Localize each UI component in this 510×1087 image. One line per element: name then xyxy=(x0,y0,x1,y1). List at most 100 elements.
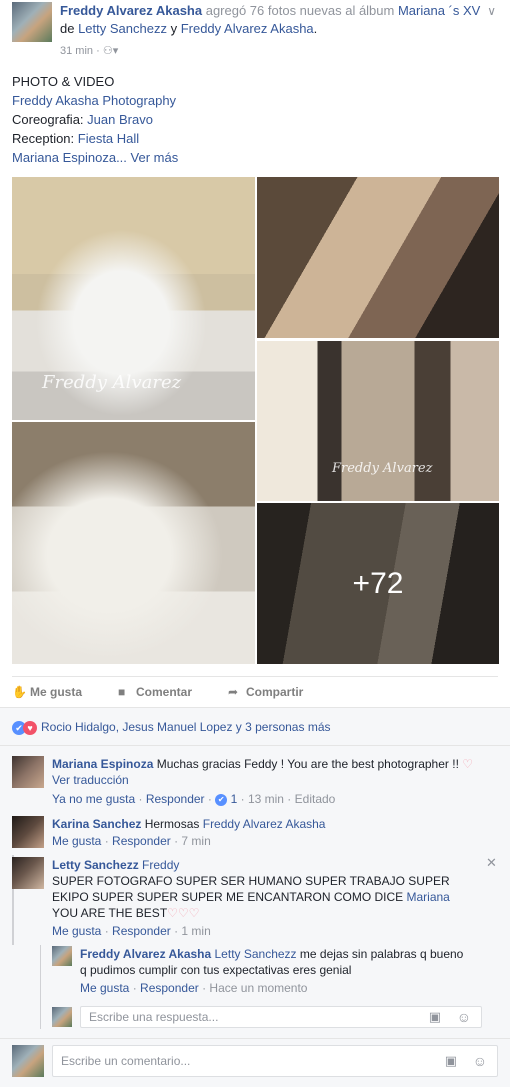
comment-mention[interactable]: Letty Sanchezz xyxy=(211,947,297,961)
reactions-summary[interactable]: ✔ ♥ Rocio Hidalgo, Jesus Manuel Lopez y 3 … xyxy=(12,720,331,735)
camera-icon[interactable]: ▣ xyxy=(445,1053,457,1069)
watermark: Freddy Alvarez xyxy=(332,461,433,476)
smiley-icon[interactable]: ☺ xyxy=(473,1053,487,1069)
comment-mention[interactable]: Freddy Alvarez Akasha xyxy=(203,817,326,831)
reply-link[interactable]: Responder xyxy=(140,981,199,995)
tagged-user-1[interactable]: Letty Sanchezz xyxy=(78,21,167,36)
avatar[interactable] xyxy=(52,946,72,966)
comment-1-meta: Ya no me gusta · Responder · ✔ 1 · 13 mi… xyxy=(52,792,336,806)
more-photos-count: +72 xyxy=(352,566,404,600)
reply-comment: Freddy Alvarez Akasha Letty Sanchezz me … xyxy=(80,946,490,978)
divider xyxy=(0,1038,510,1039)
post-headline: Freddy Alvarez Akasha agregó 76 fotos nu… xyxy=(60,2,490,38)
choreo-link[interactable]: Juan Bravo xyxy=(87,112,153,127)
author-name[interactable]: Freddy Alvarez Akasha xyxy=(60,3,202,18)
reception-link[interactable]: Fiesta Hall xyxy=(78,131,139,146)
comment-text-line: YOU ARE THE BEST xyxy=(52,906,168,920)
post-meta: 31 min · ⚇▾ xyxy=(60,44,118,57)
comment-1: Mariana Espinoza Muchas gracias Feddy ! … xyxy=(52,756,492,772)
reply-link[interactable]: Responder xyxy=(146,792,205,806)
comment-text-line: q pudimos cumplir con tus expectativas e… xyxy=(80,963,352,977)
heart-emoji-icon: ♡♡♡ xyxy=(167,906,200,920)
comment-author[interactable]: Karina Sanchez xyxy=(52,817,141,831)
see-more-link[interactable]: ... Ver más xyxy=(116,150,178,165)
choreo-label: Coreografia: xyxy=(12,112,88,127)
divider xyxy=(0,707,510,708)
avatar[interactable] xyxy=(12,816,44,848)
avatar xyxy=(52,1007,72,1027)
comment-author[interactable]: Mariana Espinoza xyxy=(52,757,153,771)
comment-2: Karina Sanchez Hermosas Freddy Alvarez A… xyxy=(52,816,492,832)
mention-link[interactable]: Mariana Espinoza xyxy=(12,150,116,165)
album-link[interactable]: Mariana ´s XV xyxy=(398,3,480,18)
like-link[interactable]: Me gusta xyxy=(80,981,129,995)
camera-icon[interactable]: ▣ xyxy=(429,1009,441,1025)
reply-meta: Me gusta · Responder · Hace un momento xyxy=(80,981,308,995)
unlike-link[interactable]: Ya no me gusta xyxy=(52,792,135,806)
post-header: Freddy Alvarez Akasha agregó 76 fotos nu… xyxy=(12,2,498,62)
comment-time[interactable]: Hace un momento xyxy=(209,981,307,995)
like-button[interactable]: ✋ Me gusta xyxy=(12,685,82,699)
edited-label[interactable]: Editado xyxy=(295,792,336,806)
comment-time[interactable]: 1 min xyxy=(181,924,210,938)
post-line-3: Coreografia: Juan Bravo xyxy=(12,110,178,129)
share-arrow-icon: ➦ xyxy=(228,685,239,699)
comment-time[interactable]: 7 min xyxy=(181,834,210,848)
friends-icon[interactable]: ⚇▾ xyxy=(103,45,118,57)
post-time[interactable]: 31 min xyxy=(60,45,93,57)
comment-author[interactable]: Freddy Alvarez Akasha xyxy=(80,947,211,961)
action-bar: ✋ Me gusta ■ Comentar ➦ Compartir xyxy=(12,676,498,706)
post-body: PHOTO & VIDEO Freddy Akasha Photography … xyxy=(12,72,178,167)
author-avatar[interactable] xyxy=(12,2,52,42)
thumbs-up-icon: ✋ xyxy=(12,685,27,699)
photo-2[interactable] xyxy=(257,177,499,338)
comment-text-line: SUPER FOTOGRAFO SUPER SER HUMANO SUPER T… xyxy=(52,874,450,888)
photo-3[interactable]: Freddy Alvarez xyxy=(257,341,499,501)
avatar xyxy=(12,1045,44,1077)
like-link[interactable]: Me gusta xyxy=(52,834,101,848)
chevron-down-icon[interactable]: ∨ xyxy=(487,4,496,18)
meta-separator: · xyxy=(96,45,100,57)
translate-link[interactable]: Ver traducción xyxy=(52,772,129,788)
close-icon[interactable]: ✕ xyxy=(486,855,497,871)
reactions-text: Rocio Hidalgo, Jesus Manuel Lopez y 3 pe… xyxy=(41,720,331,734)
comment-3-meta: Me gusta · Responder · 1 min xyxy=(52,924,211,938)
post-y-text: y xyxy=(166,21,181,36)
reply-thread-line xyxy=(40,945,41,1029)
post-period: . xyxy=(313,21,318,36)
reply-link[interactable]: Responder xyxy=(112,924,171,938)
comment-3: Letty Sanchezz Freddy SUPER FOTOGRAFO SU… xyxy=(52,857,472,921)
avatar[interactable] xyxy=(12,756,44,788)
comment-input[interactable]: Escribe un comentario... ▣ ☺ xyxy=(52,1045,498,1077)
comment-text: me dejas sin palabras q bueno xyxy=(296,947,464,961)
post-action-text: agregó 76 fotos nuevas al álbum xyxy=(202,3,398,18)
reply-link[interactable]: Responder xyxy=(112,834,171,848)
comment-like-count[interactable]: 1 xyxy=(231,792,238,806)
comment-time[interactable]: 13 min xyxy=(248,792,284,806)
watermark: Freddy Alvarez xyxy=(42,372,182,393)
comment-text: Hermosas xyxy=(141,817,203,831)
smiley-icon[interactable]: ☺ xyxy=(457,1009,471,1025)
post-line-5: Mariana Espinoza... Ver más xyxy=(12,148,178,167)
comment-author[interactable]: Letty Sanchezz xyxy=(52,858,139,872)
comment-text: Muchas gracias Feddy ! You are the best … xyxy=(153,757,463,771)
comment-input-placeholder: Escribe un comentario... xyxy=(61,1054,191,1068)
divider xyxy=(0,745,510,746)
tagged-user-2[interactable]: Freddy Alvarez Akasha xyxy=(181,21,314,36)
share-button[interactable]: ➦ Compartir xyxy=(228,685,303,699)
post-line-2[interactable]: Freddy Akasha Photography xyxy=(12,91,178,110)
reply-input[interactable]: Escribe una respuesta... ▣ ☺ xyxy=(80,1006,482,1028)
photo-1[interactable]: Freddy Alvarez xyxy=(12,177,255,420)
photo-5[interactable]: +72 xyxy=(257,503,499,664)
reception-label: Reception: xyxy=(12,131,78,146)
share-label: Compartir xyxy=(246,685,304,699)
comment-mention[interactable]: Mariana xyxy=(407,890,450,904)
comment-mention[interactable]: Freddy xyxy=(139,858,179,872)
like-link[interactable]: Me gusta xyxy=(52,924,101,938)
comment-button[interactable]: ■ Comentar xyxy=(118,685,192,699)
avatar[interactable] xyxy=(12,857,44,889)
reply-input-placeholder: Escribe una respuesta... xyxy=(89,1010,219,1024)
love-reaction-icon: ♥ xyxy=(23,720,37,735)
heart-emoji-icon: ♡ xyxy=(462,757,473,771)
photo-4[interactable] xyxy=(12,422,255,664)
